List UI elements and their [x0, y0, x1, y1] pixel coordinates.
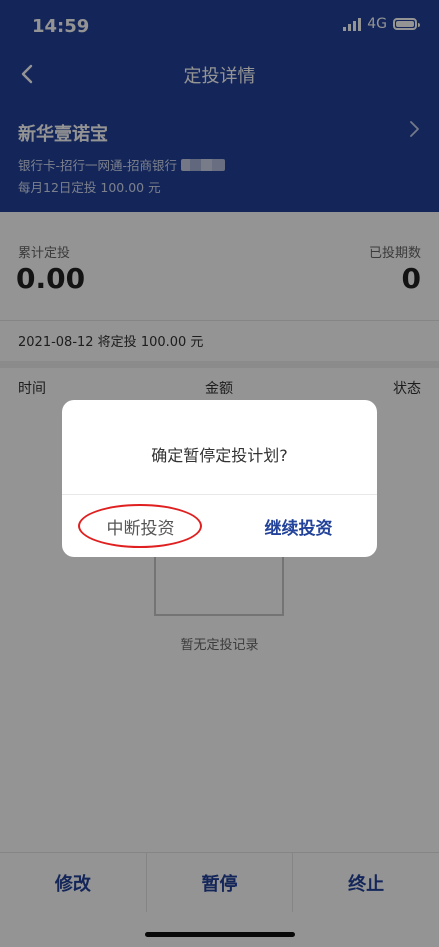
- pause-confirm-dialog: 确定暂停定投计划? 中断投资 继续投资: [62, 400, 377, 557]
- continue-investment-button[interactable]: 继续投资: [220, 495, 377, 557]
- dialog-message: 确定暂停定投计划?: [151, 446, 288, 465]
- interrupt-investment-button[interactable]: 中断投资: [62, 495, 219, 557]
